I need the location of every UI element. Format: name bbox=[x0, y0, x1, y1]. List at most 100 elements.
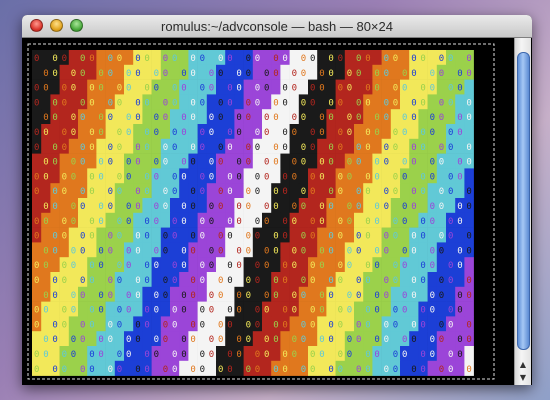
cell-bg bbox=[400, 360, 410, 376]
cell-bg bbox=[41, 94, 51, 110]
cell-glyph: 0 bbox=[218, 276, 223, 286]
cell-bg bbox=[41, 138, 51, 154]
cell-glyph: 0 bbox=[328, 54, 333, 64]
cell-glyph: 0 bbox=[319, 202, 324, 212]
cell-glyph: 0 bbox=[52, 187, 57, 197]
cell-glyph: 0 bbox=[420, 320, 425, 330]
cell-glyph: 0 bbox=[301, 98, 306, 108]
cell-glyph: 0 bbox=[282, 128, 287, 138]
cell-glyph: 0 bbox=[430, 246, 435, 256]
cell-glyph: 0 bbox=[172, 128, 177, 138]
cell-glyph: 0 bbox=[200, 350, 205, 360]
cell-glyph: 0 bbox=[108, 276, 113, 286]
terminal-content[interactable]: 0 0 0 0 0 0 0 0 0 0 0 0 0 0 0 0 0 0 0 0 0 0 0 0 0 0 0 0 0 0 0 0 0 0 0 0 0 0 0 0… bbox=[22, 38, 532, 385]
cell-glyph: 0 bbox=[319, 217, 324, 227]
cell-glyph: 0 bbox=[52, 158, 57, 168]
cell-glyph: 0 bbox=[402, 306, 407, 316]
arrow-down-icon[interactable]: ▼ bbox=[515, 371, 531, 384]
cell-glyph: 0 bbox=[466, 276, 471, 286]
cell-glyph: 0 bbox=[181, 306, 186, 316]
cell-glyph: 0 bbox=[218, 335, 223, 345]
cell-glyph: 0 bbox=[108, 365, 113, 375]
cell-glyph: 0 bbox=[181, 172, 186, 182]
cell-bg bbox=[252, 242, 263, 258]
arrow-up-icon[interactable]: ▲ bbox=[515, 358, 531, 371]
cell-glyph: 0 bbox=[218, 143, 223, 153]
cell-glyph: 0 bbox=[172, 143, 177, 153]
cell-bg bbox=[124, 138, 134, 154]
cell-glyph: 0 bbox=[227, 232, 232, 242]
cell-glyph: 0 bbox=[356, 69, 361, 79]
cell-glyph: 0 bbox=[338, 187, 343, 197]
cell-glyph: 0 bbox=[190, 335, 195, 345]
cell-bg bbox=[170, 64, 180, 80]
cell-bg bbox=[225, 242, 235, 258]
cell-glyph: 0 bbox=[282, 306, 287, 316]
cell-glyph: 0 bbox=[365, 172, 370, 182]
cell-glyph: 0 bbox=[126, 350, 131, 360]
minimize-icon[interactable] bbox=[50, 19, 63, 32]
zoom-icon[interactable] bbox=[70, 19, 83, 32]
cell-glyph: 0 bbox=[236, 128, 241, 138]
cell-bg bbox=[96, 316, 106, 332]
cell-glyph: 0 bbox=[338, 54, 343, 64]
cell-glyph: 0 bbox=[264, 261, 269, 271]
cell-bg bbox=[308, 286, 318, 302]
cell-bg bbox=[114, 242, 125, 258]
cell-glyph: 0 bbox=[227, 98, 232, 108]
cell-glyph: 0 bbox=[154, 291, 159, 301]
cell-glyph: 0 bbox=[209, 172, 214, 182]
cell-bg bbox=[160, 301, 171, 317]
cell-glyph: 0 bbox=[135, 365, 140, 375]
title-bar[interactable]: romulus:~/advconsole — bash — 80×24 bbox=[22, 15, 532, 38]
cell-glyph: 0 bbox=[356, 143, 361, 153]
cell-glyph: 0 bbox=[227, 54, 232, 64]
cell-glyph: 0 bbox=[420, 261, 425, 271]
cell-glyph: 0 bbox=[190, 320, 195, 330]
terminal-window: romulus:~/advconsole — bash — 80×24 0000… bbox=[22, 15, 532, 385]
cell-bg bbox=[179, 138, 189, 154]
cell-bg bbox=[427, 94, 438, 110]
cell-glyph: 0 bbox=[34, 306, 39, 316]
cell-glyph: 0 bbox=[301, 291, 306, 301]
close-icon[interactable] bbox=[30, 19, 43, 32]
cell-glyph: 0 bbox=[218, 291, 223, 301]
vertical-scrollbar[interactable]: ▲ ▼ bbox=[514, 38, 531, 385]
cell-bg bbox=[280, 286, 290, 302]
cell-glyph: 0 bbox=[108, 98, 113, 108]
cell-glyph: 0 bbox=[200, 143, 205, 153]
cell-glyph: 0 bbox=[80, 113, 85, 123]
cell-bg bbox=[50, 124, 60, 140]
cell-glyph: 0 bbox=[126, 69, 131, 79]
cell-glyph: 0 bbox=[374, 261, 379, 271]
cell-bg bbox=[234, 272, 244, 288]
cell-glyph: 0 bbox=[264, 128, 269, 138]
cell-glyph: 0 bbox=[172, 84, 177, 94]
cell-glyph: 0 bbox=[328, 187, 333, 197]
cell-glyph: 0 bbox=[218, 54, 223, 64]
cell-glyph: 0 bbox=[117, 98, 122, 108]
scrollbar-thumb[interactable] bbox=[517, 52, 530, 350]
cell-glyph: 0 bbox=[264, 306, 269, 316]
cell-glyph: 0 bbox=[328, 291, 333, 301]
cell-glyph: 0 bbox=[43, 84, 48, 94]
cell-glyph: 0 bbox=[246, 335, 251, 345]
cell-glyph: 0 bbox=[71, 84, 76, 94]
cell-bg bbox=[418, 64, 428, 80]
cell-bg bbox=[105, 301, 116, 317]
cell-bg bbox=[78, 301, 88, 317]
cell-bg bbox=[87, 331, 97, 347]
cell-glyph: 0 bbox=[255, 54, 260, 64]
cell-glyph: 0 bbox=[273, 158, 278, 168]
cell-glyph: 0 bbox=[430, 172, 435, 182]
cell-glyph: 0 bbox=[301, 276, 306, 286]
cell-glyph: 0 bbox=[117, 217, 122, 227]
cell-glyph: 0 bbox=[347, 113, 352, 123]
cell-glyph: 0 bbox=[310, 261, 315, 271]
cell-glyph: 0 bbox=[117, 143, 122, 153]
cell-bg bbox=[363, 64, 373, 80]
cell-glyph: 0 bbox=[154, 246, 159, 256]
cell-bg bbox=[68, 138, 79, 154]
cell-glyph: 0 bbox=[439, 232, 444, 242]
cell-glyph: 0 bbox=[384, 54, 389, 64]
